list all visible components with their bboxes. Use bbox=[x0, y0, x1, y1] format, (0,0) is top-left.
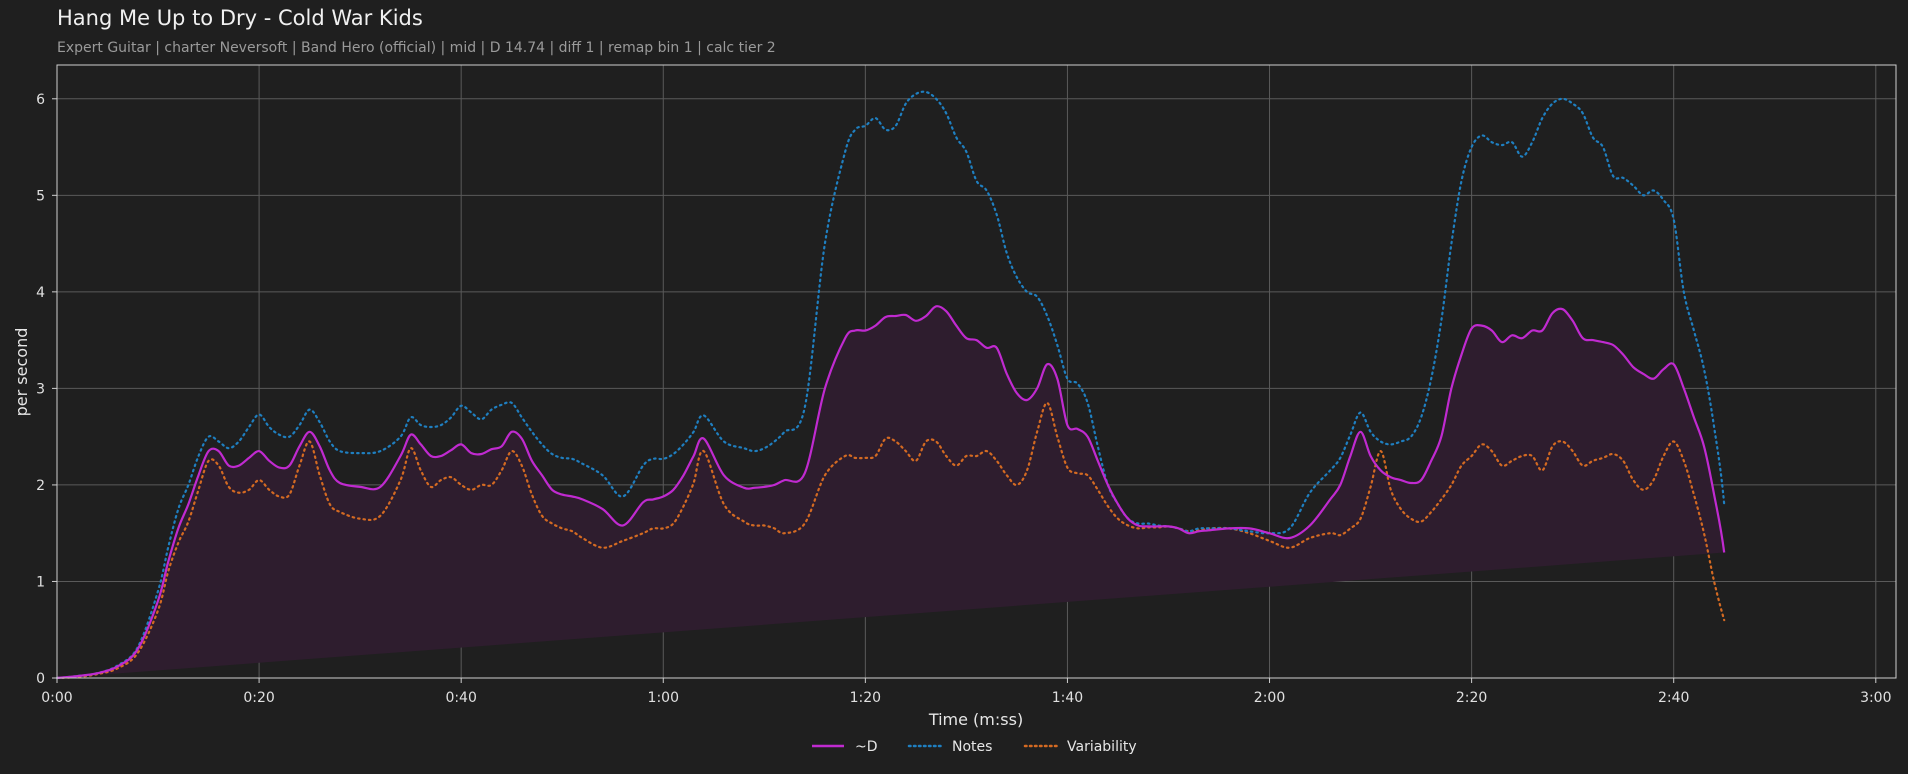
chart: 0:00 0:20 0:40 1:00 1:20 1:40 2:00 2:20 2:40 3:00… bbox=[12, 64, 1897, 755]
x-tick-label: 2:20 bbox=[1456, 690, 1487, 706]
x-tick-label: 1:00 bbox=[648, 690, 679, 706]
y-tick-label: 4 bbox=[36, 285, 45, 301]
x-tick-label: 0:40 bbox=[445, 690, 476, 706]
x-tick-label: 2:40 bbox=[1658, 690, 1689, 706]
x-tick-label: 0:00 bbox=[41, 690, 72, 706]
y-tick-label: 2 bbox=[36, 478, 45, 494]
x-tick-label: 1:40 bbox=[1052, 690, 1083, 706]
x-tick-label: 2:00 bbox=[1254, 690, 1285, 706]
legend-d-label: ~D bbox=[855, 739, 878, 755]
y-tick-label: 0 bbox=[36, 671, 45, 687]
x-axis-label: Time (m:ss) bbox=[928, 710, 1023, 729]
x-axis-ticks: 0:00 0:20 0:40 1:00 1:20 1:40 2:00 2:20 2:40 3:00 bbox=[41, 678, 1892, 706]
x-tick-label: 0:20 bbox=[243, 690, 274, 706]
y-tick-label: 3 bbox=[36, 381, 45, 397]
legend: ~D Notes Variability bbox=[812, 739, 1137, 755]
y-tick-label: 1 bbox=[36, 574, 45, 590]
y-axis-label: per second bbox=[12, 328, 31, 417]
y-axis-ticks: 0 1 2 3 4 5 6 bbox=[36, 92, 57, 687]
y-tick-label: 5 bbox=[36, 188, 45, 204]
y-tick-label: 6 bbox=[36, 92, 45, 108]
legend-notes-label: Notes bbox=[952, 739, 992, 755]
x-tick-label: 1:20 bbox=[850, 690, 881, 706]
legend-variability-label: Variability bbox=[1067, 739, 1137, 755]
d-area-fill bbox=[57, 306, 1725, 678]
x-tick-label: 3:00 bbox=[1860, 690, 1891, 706]
